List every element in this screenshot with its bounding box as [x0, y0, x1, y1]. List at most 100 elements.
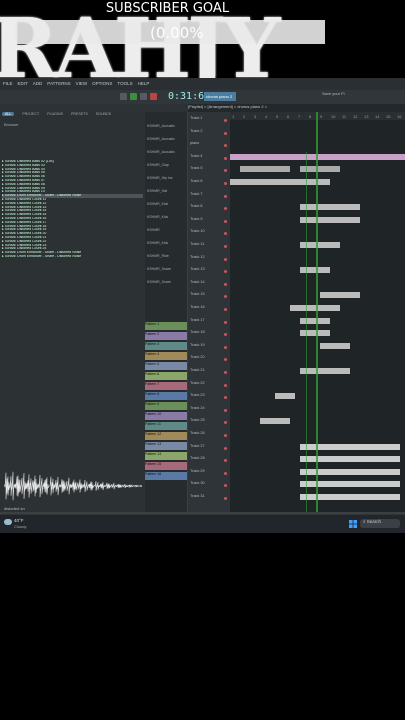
- track-mute-dot[interactable]: [224, 358, 227, 362]
- track-mute-dot[interactable]: [224, 484, 227, 488]
- track-header[interactable]: Track 5: [190, 166, 230, 178]
- track-mute-dot[interactable]: [224, 194, 227, 198]
- track-mute-dot[interactable]: [224, 257, 227, 261]
- arrangement-clip[interactable]: [300, 481, 400, 488]
- channel-item[interactable]: KSHMR_Kick: [147, 241, 187, 245]
- arrangement-clip[interactable]: [300, 443, 400, 450]
- browser-tab-project[interactable]: PROJECT: [22, 112, 39, 116]
- arrangement-clip[interactable]: [300, 468, 400, 475]
- pattern-item[interactable]: Pattern 10: [145, 412, 187, 420]
- channel-item[interactable]: KSHMR_Kick: [147, 215, 187, 219]
- track-mute-dot[interactable]: [224, 156, 227, 160]
- track-header[interactable]: Track 13: [190, 267, 230, 279]
- arrangement-clip[interactable]: [260, 418, 290, 425]
- menu-item-help[interactable]: HELP: [138, 81, 150, 86]
- browser-tab-presets[interactable]: PRESETS: [71, 112, 88, 116]
- track-header[interactable]: Track 24: [190, 406, 230, 418]
- arrangement-clip[interactable]: [300, 204, 360, 211]
- track-mute-dot[interactable]: [224, 396, 227, 400]
- arrangement-clip[interactable]: [300, 368, 350, 374]
- pattern-item[interactable]: Pattern 2: [145, 332, 187, 340]
- pattern-item[interactable]: Pattern 3: [145, 342, 187, 350]
- track-header[interactable]: Track 25: [190, 418, 230, 430]
- menu-item-add[interactable]: ADD: [33, 81, 43, 86]
- pattern-item[interactable]: Pattern 12: [145, 432, 187, 440]
- pattern-item[interactable]: Pattern 9: [145, 402, 187, 410]
- channel-item[interactable]: KSHMR_Snare: [147, 267, 187, 271]
- track-mute-dot[interactable]: [224, 219, 227, 223]
- menu-item-options[interactable]: OPTIONS: [92, 81, 112, 86]
- playhead[interactable]: [316, 112, 318, 512]
- arrangement-clip[interactable]: [300, 317, 330, 324]
- track-header[interactable]: Track 2: [190, 129, 230, 141]
- stop-button[interactable]: [140, 93, 147, 100]
- track-mute-dot[interactable]: [224, 446, 227, 450]
- playlist-arrangement[interactable]: 1 2 3 4 5 6 7 8 9 10 11 12 13 14 15 16: [230, 112, 405, 512]
- track-mute-dot[interactable]: [224, 308, 227, 311]
- track-header[interactable]: Track 11: [190, 242, 230, 254]
- channel-item[interactable]: KSHMR_Snare: [147, 280, 187, 284]
- track-mute-dot[interactable]: [224, 497, 227, 500]
- pattern-item[interactable]: Pattern 16: [145, 472, 187, 480]
- track-mute-dot[interactable]: [224, 459, 227, 463]
- arrangement-clip[interactable]: [320, 342, 350, 349]
- track-mute-dot[interactable]: [224, 282, 227, 286]
- track-mute-dot[interactable]: [224, 421, 227, 425]
- track-header[interactable]: Track 26: [190, 431, 230, 443]
- channel-item[interactable]: KSHMR_Acoustic: [147, 137, 187, 141]
- browser-tab-all[interactable]: ALL: [2, 112, 15, 116]
- track-header[interactable]: Track 15: [190, 292, 230, 304]
- track-header[interactable]: Track 7: [190, 192, 230, 204]
- track-header[interactable]: Track 28: [190, 456, 230, 468]
- track-mute-dot[interactable]: [224, 434, 227, 437]
- channel-item[interactable]: KSHMR_Kick: [147, 202, 187, 206]
- track-header[interactable]: Track 23: [190, 393, 230, 405]
- arrangement-clip[interactable]: [230, 179, 330, 185]
- track-mute-dot[interactable]: [224, 471, 227, 475]
- track-header[interactable]: Track 31: [190, 494, 230, 506]
- arrangement-clip[interactable]: [300, 456, 400, 463]
- channel-item[interactable]: KSHMR_Hat: [147, 189, 187, 193]
- browser-tab-sounds[interactable]: SOUNDS: [96, 112, 111, 116]
- track-mute-dot[interactable]: [224, 371, 227, 374]
- track-header[interactable]: Track 10: [190, 229, 230, 241]
- track-header[interactable]: Track 12: [190, 255, 230, 267]
- menu-item-view[interactable]: VIEW: [76, 81, 88, 86]
- menu-item-file[interactable]: FILE: [3, 81, 13, 86]
- pattern-item[interactable]: Pattern 1: [145, 322, 187, 330]
- menu-item-edit[interactable]: EDIT: [18, 81, 28, 86]
- arrangement-clip[interactable]: [300, 494, 400, 500]
- arrangement-clip[interactable]: [300, 267, 330, 274]
- track-header[interactable]: piano: [190, 141, 230, 153]
- pattern-item[interactable]: Pattern 13: [145, 442, 187, 450]
- pattern-item[interactable]: Pattern 5: [145, 362, 187, 370]
- track-header[interactable]: Track 4: [190, 154, 230, 166]
- pattern-item[interactable]: Pattern 11: [145, 422, 187, 430]
- track-header[interactable]: Track 29: [190, 469, 230, 481]
- track-mute-dot[interactable]: [224, 333, 227, 337]
- pattern-item[interactable]: Pattern 8: [145, 392, 187, 400]
- pattern-item[interactable]: Pattern 7: [145, 382, 187, 390]
- arrangement-clip[interactable]: [240, 166, 290, 173]
- track-header[interactable]: Track 14: [190, 280, 230, 292]
- track-header[interactable]: Track 17: [190, 318, 230, 330]
- track-header[interactable]: Track 18: [190, 330, 230, 342]
- track-mute-dot[interactable]: [224, 232, 227, 236]
- pattern-item[interactable]: Pattern 4: [145, 352, 187, 360]
- pattern-selector[interactable]: chorus piano 2: [204, 92, 236, 101]
- track-mute-dot[interactable]: [224, 144, 227, 148]
- track-mute-dot[interactable]: [224, 119, 227, 122]
- track-mute-dot[interactable]: [224, 131, 227, 135]
- menu-item-patterns[interactable]: PATTERNS: [47, 81, 70, 86]
- windows-start-icon[interactable]: [349, 520, 357, 528]
- track-header[interactable]: Track 27: [190, 444, 230, 456]
- channel-item[interactable]: KSHMR_Clap: [147, 163, 187, 167]
- track-header[interactable]: Track 16: [190, 305, 230, 317]
- track-header[interactable]: Track 30: [190, 481, 230, 493]
- arrangement-clip[interactable]: [300, 216, 360, 223]
- browser-tab-plugins[interactable]: PLUGINS: [47, 112, 63, 116]
- arrangement-clip[interactable]: [275, 393, 295, 400]
- arrangement-clip[interactable]: [290, 305, 340, 311]
- track-mute-dot[interactable]: [224, 383, 227, 387]
- track-header[interactable]: Track 8: [190, 204, 230, 216]
